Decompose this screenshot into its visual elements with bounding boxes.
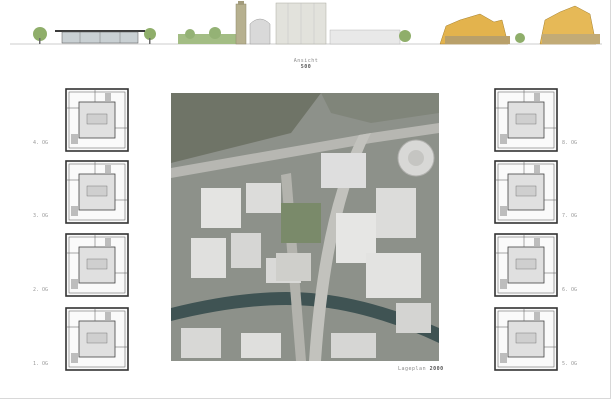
floor-plan-7og bbox=[494, 160, 558, 224]
floor-label-4og: 4. OG bbox=[33, 140, 49, 146]
floor-plan-6og bbox=[494, 233, 558, 297]
floor-label-1og: 1. OG bbox=[33, 361, 49, 367]
floor-label-3og: 3. OG bbox=[33, 213, 49, 219]
floor-plan-8og bbox=[494, 88, 558, 152]
site-plan-title: Lageplan bbox=[398, 366, 427, 372]
floor-plan-4og bbox=[65, 88, 129, 152]
floor-plan-2og bbox=[65, 233, 129, 297]
floor-label-7og: 7. OG bbox=[562, 213, 578, 219]
floor-label-8og: 8. OG bbox=[562, 140, 578, 146]
floor-label-2og: 2. OG bbox=[33, 287, 49, 293]
site-plan-aerial bbox=[171, 93, 439, 361]
floor-label-5og: 5. OG bbox=[562, 361, 578, 367]
site-plan-scale: 2000 bbox=[429, 366, 444, 372]
floor-plan-3og bbox=[65, 160, 129, 224]
elevation-scale: 500 bbox=[300, 64, 312, 70]
site-plan-label: Lageplan 2000 bbox=[398, 366, 444, 372]
elevation-drawing bbox=[10, 1, 602, 45]
floor-plan-5og bbox=[494, 307, 558, 371]
floor-label-6og: 6. OG bbox=[562, 287, 578, 293]
elevation-label: Ansicht 500 bbox=[288, 58, 324, 70]
floor-plan-1og bbox=[65, 307, 129, 371]
